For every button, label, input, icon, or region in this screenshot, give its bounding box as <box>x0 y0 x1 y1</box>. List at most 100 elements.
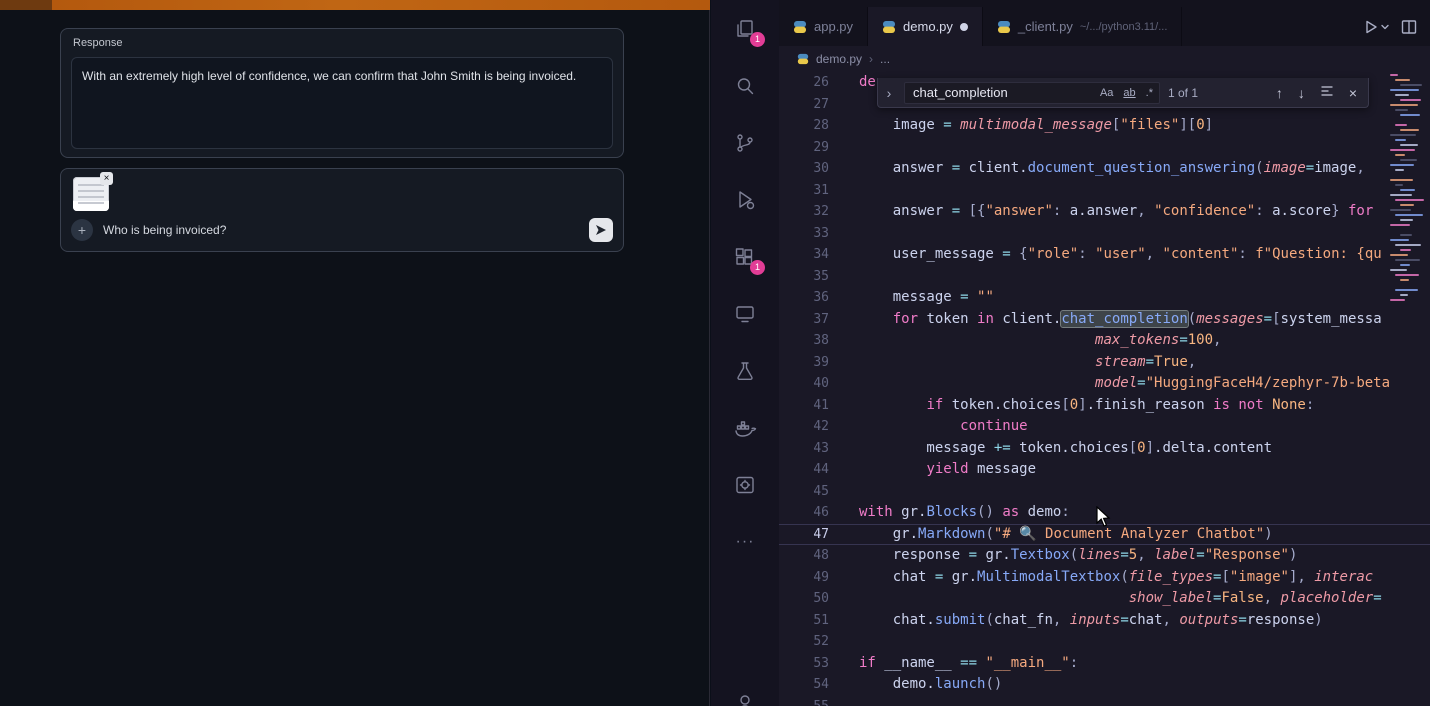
sidebar-item-more[interactable]: ··· <box>732 529 758 555</box>
line-number: 46 <box>779 502 829 524</box>
code-text: continue <box>829 416 1028 438</box>
tab-client-py[interactable]: _client.py ~/.../python3.11/... <box>983 7 1182 46</box>
response-block: Response With an extremely high level of… <box>60 28 624 158</box>
sidebar-item-containers-tools[interactable] <box>732 472 758 498</box>
sidebar-item-remote-explorer[interactable] <box>732 301 758 327</box>
tab-label: demo.py <box>903 19 953 34</box>
regex-icon[interactable]: .* <box>1144 86 1155 100</box>
sidebar-item-testing[interactable] <box>732 358 758 384</box>
whole-word-icon[interactable]: ab <box>1121 86 1137 100</box>
code-line-44[interactable]: 44 yield message <box>779 459 1430 481</box>
find-previous-button[interactable]: ↑ <box>1273 85 1286 101</box>
code-line-36[interactable]: 36 message = "" <box>779 287 1430 309</box>
line-number: 37 <box>779 309 829 331</box>
code-line-33[interactable]: 33 <box>779 223 1430 245</box>
code-line-28[interactable]: 28 image = multimodal_message["files"][0… <box>779 115 1430 137</box>
code-line-41[interactable]: 41 if token.choices[0].finish_reason is … <box>779 395 1430 417</box>
tab-label: _client.py <box>1018 19 1073 34</box>
code-line-42[interactable]: 42 continue <box>779 416 1430 438</box>
find-in-selection-button[interactable] <box>1317 84 1337 101</box>
add-attachment-button[interactable]: + <box>71 219 93 241</box>
sidebar-item-run-debug[interactable] <box>732 187 758 213</box>
split-editor-button[interactable] <box>1398 16 1420 38</box>
python-icon <box>793 20 807 34</box>
flask-icon <box>733 359 757 383</box>
code-line-34[interactable]: 34 user_message = {"role": "user", "cont… <box>779 244 1430 266</box>
code-line-40[interactable]: 40 model="HuggingFaceH4/zephyr-7b-beta <box>779 373 1430 395</box>
breadcrumb-symbol[interactable]: ... <box>880 52 890 66</box>
line-number: 31 <box>779 180 829 202</box>
find-results-count: 1 of 1 <box>1168 86 1198 100</box>
code-line-53[interactable]: 53if __name__ == "__main__": <box>779 653 1430 675</box>
code-line-49[interactable]: 49 chat = gr.MultimodalTextbox(file_type… <box>779 567 1430 589</box>
activity-bar: 1 1 <box>711 0 779 706</box>
docker-icon <box>733 416 757 440</box>
find-input[interactable] <box>913 85 1092 100</box>
screen: Response With an extremely high level of… <box>0 0 1430 706</box>
code-line-52[interactable]: 52 <box>779 631 1430 653</box>
response-textarea[interactable]: With an extremely high level of confiden… <box>71 57 613 149</box>
find-next-button[interactable]: ↓ <box>1295 85 1308 101</box>
sidebar-item-source-control[interactable] <box>732 130 758 156</box>
code-editor[interactable]: 26de2728 image = multimodal_message["fil… <box>779 72 1430 706</box>
send-button[interactable] <box>589 218 613 242</box>
tab-description: ~/.../python3.11/... <box>1080 21 1168 33</box>
line-number: 55 <box>779 696 829 706</box>
breadcrumb-file[interactable]: demo.py <box>816 52 862 66</box>
tab-app-py[interactable]: app.py <box>779 7 868 46</box>
search-icon <box>733 74 757 98</box>
sidebar-item-account[interactable] <box>732 690 758 706</box>
line-number: 49 <box>779 567 829 589</box>
remove-attachment-button[interactable]: × <box>100 172 113 185</box>
line-number: 28 <box>779 115 829 137</box>
source-control-icon <box>733 131 757 155</box>
line-number: 34 <box>779 244 829 266</box>
code-line-45[interactable]: 45 <box>779 481 1430 503</box>
sidebar-item-explorer[interactable]: 1 <box>732 16 758 42</box>
code-line-35[interactable]: 35 <box>779 266 1430 288</box>
code-line-39[interactable]: 39 stream=True, <box>779 352 1430 374</box>
match-case-icon[interactable]: Aa <box>1098 86 1115 100</box>
code-line-50[interactable]: 50 show_label=False, placeholder= <box>779 588 1430 610</box>
code-text: image = multimodal_message["files"][0] <box>829 115 1213 137</box>
line-number: 53 <box>779 653 829 675</box>
minimap[interactable] <box>1386 72 1430 314</box>
code-line-31[interactable]: 31 <box>779 180 1430 202</box>
toggle-replace-icon[interactable]: › <box>882 85 896 101</box>
code-text: if __name__ == "__main__": <box>829 653 1078 675</box>
code-text: de <box>829 72 876 94</box>
code-line-43[interactable]: 43 message += token.choices[0].delta.con… <box>779 438 1430 460</box>
code-text: response = gr.Textbox(lines=5, label="Re… <box>829 545 1297 567</box>
window-top-bar <box>0 0 710 10</box>
code-line-30[interactable]: 30 answer = client.document_question_ans… <box>779 158 1430 180</box>
code-text: message += token.choices[0].delta.conten… <box>829 438 1272 460</box>
code-line-54[interactable]: 54 demo.launch() <box>779 674 1430 696</box>
code-line-48[interactable]: 48 response = gr.Textbox(lines=5, label=… <box>779 545 1430 567</box>
code-line-38[interactable]: 38 max_tokens=100, <box>779 330 1430 352</box>
code-line-37[interactable]: 37 for token in client.chat_completion(m… <box>779 309 1430 331</box>
python-icon <box>997 20 1011 34</box>
find-widget: › Aa ab .* 1 of 1 ↑ ↓ × <box>877 78 1369 108</box>
line-number: 40 <box>779 373 829 395</box>
sidebar-item-search[interactable] <box>732 73 758 99</box>
code-line-29[interactable]: 29 <box>779 137 1430 159</box>
code-line-55[interactable]: 55 <box>779 696 1430 706</box>
tab-demo-py[interactable]: demo.py <box>868 7 983 46</box>
line-number: 48 <box>779 545 829 567</box>
code-line-32[interactable]: 32 answer = [{"answer": a.answer, "confi… <box>779 201 1430 223</box>
code-text: if token.choices[0].finish_reason is not… <box>829 395 1314 417</box>
sidebar-item-extensions[interactable]: 1 <box>732 244 758 270</box>
code-line-51[interactable]: 51 chat.submit(chat_fn, inputs=chat, out… <box>779 610 1430 632</box>
code-text: chat.submit(chat_fn, inputs=chat, output… <box>829 610 1323 632</box>
line-number: 52 <box>779 631 829 653</box>
line-number: 42 <box>779 416 829 438</box>
chat-input-block: × + <box>60 168 624 252</box>
line-number: 38 <box>779 330 829 352</box>
sidebar-item-docker[interactable] <box>732 415 758 441</box>
question-input[interactable] <box>103 219 533 241</box>
run-python-file-button[interactable] <box>1360 16 1392 38</box>
code-text <box>829 266 859 288</box>
editor-group: app.py demo.py _client.py ~/.../python3.… <box>779 0 1430 706</box>
close-find-button[interactable]: × <box>1346 85 1360 101</box>
modified-dot-icon[interactable] <box>960 23 968 31</box>
